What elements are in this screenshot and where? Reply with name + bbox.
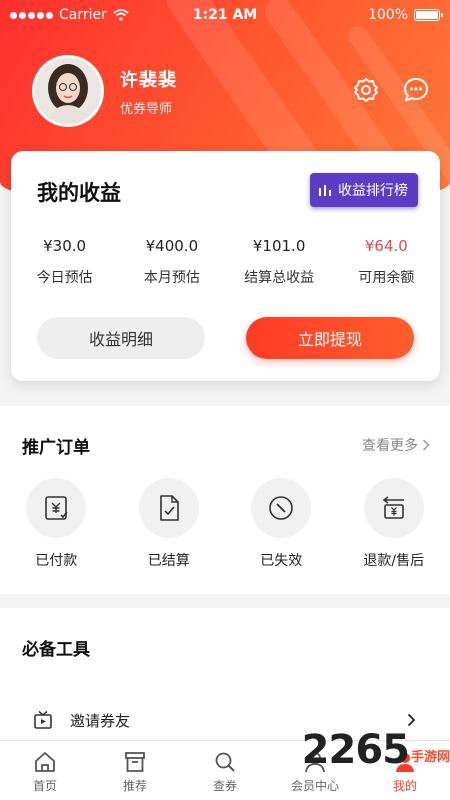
stat-value: ¥64.0 [364,237,408,255]
earnings-ranking-button[interactable]: 收益排行榜 [310,173,418,207]
stat-label: 本月预估 [143,270,200,286]
search-icon [215,752,235,772]
order-label: 已付款 [35,553,78,569]
order-label: 退款/售后 [363,553,425,569]
bar-chart-icon [319,185,331,196]
tool-label: 邀请券友 [70,711,131,730]
order-label: 已失效 [260,553,303,569]
order-expired[interactable]: 已失效 [225,478,338,570]
stat-label: 今日预估 [36,270,93,286]
battery-icon [414,9,443,21]
see-more-link[interactable]: 查看更多 [362,435,430,455]
order-refund[interactable]: 退款/售后 [338,478,450,570]
tab-label: 推荐 [122,779,147,793]
avatar[interactable] [32,55,104,127]
tools-section: 必备工具 邀请券友 [0,608,450,740]
status-bar: Carrier 1:21 AM 100% [0,0,450,30]
order-settled[interactable]: 已结算 [113,478,226,570]
watermark-site: 手游网 [410,750,450,765]
settled-icon [159,495,179,521]
message-icon[interactable] [402,76,430,104]
stat-available-balance[interactable]: ¥64.0 可用余额 [333,237,440,287]
stat-value: ¥400.0 [145,237,199,255]
earnings-card: 我的收益 收益排行榜 ¥30.0 今日预估 ¥400.0 本月预估 ¥101.0… [11,151,440,381]
watermark-number: 2265 [301,727,410,773]
earnings-title: 我的收益 [37,181,121,205]
home-icon [35,752,55,772]
settings-icon[interactable] [352,76,380,104]
stat-today-estimate[interactable]: ¥30.0 今日预估 [11,237,118,287]
order-paid[interactable]: 已付款 [0,478,113,570]
tab-label: 会员中心 [290,779,339,793]
stat-label: 结算总收益 [244,270,315,286]
stat-value: ¥101.0 [252,237,306,255]
invite-icon [34,710,52,729]
stat-month-estimate[interactable]: ¥400.0 本月预估 [118,237,225,287]
site-watermark: 2265 手游网 [302,730,450,770]
earnings-ranking-label: 收益排行榜 [338,183,408,199]
promotion-orders-section: 推广订单 查看更多 已付款 已结算 已失效 退款/售后 [0,406,450,594]
stat-settled-total[interactable]: ¥101.0 结算总收益 [226,237,333,287]
chevron-right-icon [422,439,430,451]
see-more-label: 查看更多 [362,438,418,454]
tab-label: 我的 [392,779,417,793]
expired-icon [269,496,294,520]
tab-label: 查券 [212,779,237,793]
earnings-stats: ¥30.0 今日预估 ¥400.0 本月预估 ¥101.0 结算总收益 ¥64.… [11,237,440,287]
tab-home[interactable]: 首页 [0,741,90,800]
status-time: 1:21 AM [192,7,258,23]
refund-icon [382,496,404,519]
profile-header[interactable]: 许裴裴 优券导师 [32,55,177,127]
orders-title: 推广订单 [22,438,90,458]
chevron-right-icon [407,713,416,727]
tools-title: 必备工具 [22,640,90,660]
user-role: 优券导师 [120,101,173,117]
order-label: 已结算 [147,553,190,569]
withdraw-button[interactable]: 立即提现 [246,317,414,359]
tab-recommend[interactable]: 推荐 [90,741,180,800]
tab-search[interactable]: 查券 [180,741,270,800]
recommend-icon [125,752,145,772]
stat-value: ¥30.0 [43,237,87,255]
stat-label: 可用余额 [358,270,415,286]
paid-icon [45,496,68,520]
tab-label: 首页 [32,779,57,793]
user-name: 许裴裴 [120,69,177,91]
earnings-detail-button[interactable]: 收益明细 [37,317,205,359]
